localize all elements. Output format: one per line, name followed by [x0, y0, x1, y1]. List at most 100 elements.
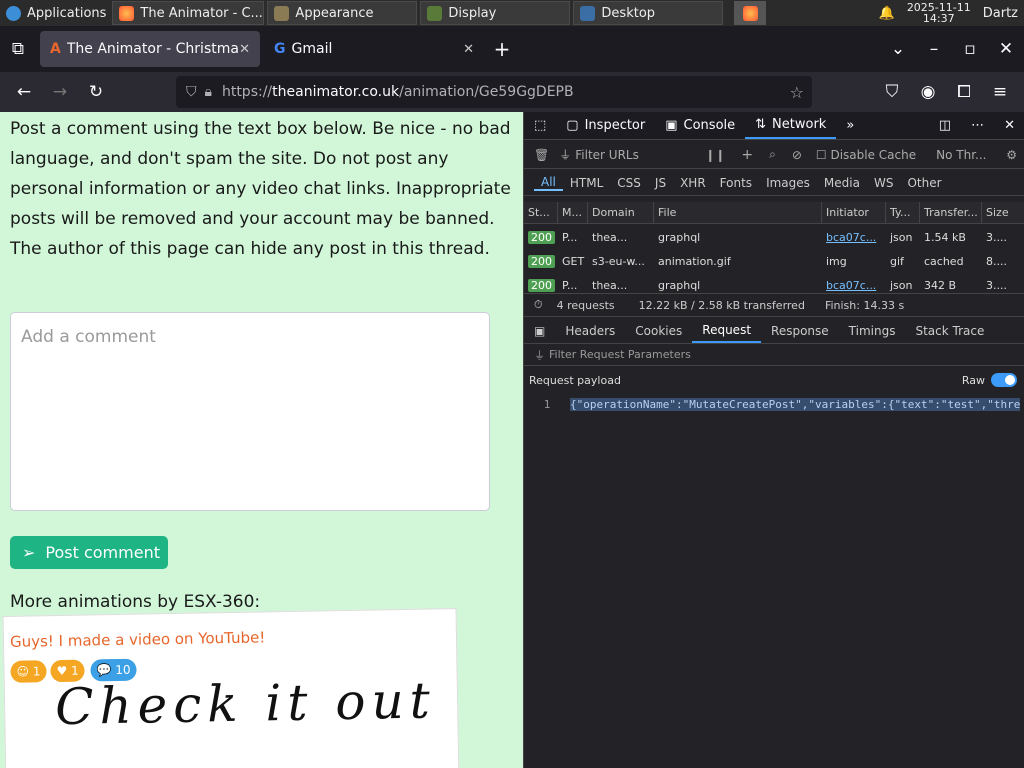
method-value: GET	[562, 254, 585, 268]
column-header[interactable]: Ty...	[886, 202, 920, 223]
cell-method: GET	[558, 249, 588, 273]
column-header[interactable]: St...	[524, 202, 558, 223]
throttle-select[interactable]: No Thr...	[936, 148, 986, 162]
picker-icon[interactable]: ⬚	[524, 112, 556, 139]
column-header[interactable]: Domain	[588, 202, 654, 223]
task-label: The Animator - C...	[140, 5, 263, 21]
post-comment-button[interactable]: ➢ Post comment	[10, 536, 168, 569]
firefox-launcher[interactable]	[734, 1, 767, 25]
type-filter-ws[interactable]: WS	[867, 176, 900, 190]
comment-textarea[interactable]: Add a comment	[10, 312, 490, 511]
perf-icon[interactable]: ⏱	[534, 298, 543, 312]
type-filter-xhr[interactable]: XHR	[673, 176, 713, 190]
back-icon[interactable]: ←	[6, 82, 42, 102]
transfer-size: 12.22 kB / 2.58 kB transferred	[638, 298, 805, 312]
toggle-sidebar-icon[interactable]: ▣	[534, 324, 545, 338]
cell-domain: thea...	[588, 225, 654, 249]
desktop-icon	[580, 5, 596, 21]
task-appearance[interactable]: Appearance	[267, 1, 418, 25]
column-header[interactable]: File	[654, 202, 822, 223]
param-filter-input[interactable]: Filter Request Parameters	[549, 348, 691, 361]
user-name[interactable]: Dartz	[977, 1, 1024, 25]
filter-urls-input[interactable]: Filter URLs	[575, 148, 685, 162]
tab-network[interactable]: ⇅ Network	[745, 112, 837, 139]
type-filter-html[interactable]: HTML	[563, 176, 610, 190]
close-devtools-icon[interactable]: ✕	[994, 118, 1024, 133]
raw-toggle[interactable]	[991, 373, 1017, 387]
table-row[interactable]: 200 P... thea... graphql bca07c... json 1.54 k…	[524, 225, 1024, 249]
clock[interactable]: 2025-11-11 14:37	[901, 0, 977, 26]
type-filter-other[interactable]: Other	[900, 176, 948, 190]
detail-tab-stack-trace[interactable]: Stack Trace	[905, 318, 994, 343]
pocket-icon[interactable]: ⛉	[874, 82, 910, 102]
lock-icon[interactable]: 🔒︎	[205, 84, 212, 100]
block-icon[interactable]: ⊘	[792, 148, 802, 162]
settings-gear-icon[interactable]: ⚙	[1006, 148, 1017, 162]
size-value: 3....	[986, 278, 1007, 292]
type-filter-css[interactable]: CSS	[610, 176, 648, 190]
cell-type: json	[886, 225, 920, 249]
type-filter-fonts[interactable]: Fonts	[713, 176, 759, 190]
detail-tab-request[interactable]: Request	[692, 318, 762, 343]
shield-icon[interactable]: ⛉	[186, 84, 197, 100]
add-icon[interactable]: +	[741, 147, 753, 163]
options-icon[interactable]: ⋯	[961, 118, 994, 133]
animation-card[interactable]: Guys! I made a video on YouTube! ☺ 1 ♥ 1…	[2, 608, 460, 768]
detail-tab-timings[interactable]: Timings	[839, 318, 906, 343]
detail-tab-headers[interactable]: Headers	[555, 318, 625, 343]
url-bar[interactable]: ⛉ 🔒︎ https:// theanimator.co.uk /animati…	[176, 76, 812, 108]
tab-label: Console	[683, 118, 736, 133]
type-filter-js[interactable]: JS	[648, 176, 673, 190]
payload-text[interactable]: {"operationName":"MutateCreatePost","var…	[570, 397, 1021, 411]
column-header[interactable]: M...	[558, 202, 588, 223]
more-tools-icon[interactable]: »	[836, 112, 864, 139]
maximize-icon[interactable]: ▫	[952, 39, 988, 59]
tab-gmail[interactable]: G Gmail ✕	[264, 31, 484, 67]
new-tab-icon[interactable]: +	[484, 37, 520, 61]
payload-line[interactable]: 1 {"operationName":"MutateCreatePost","v…	[524, 394, 1024, 414]
close-window-icon[interactable]: ✕	[988, 39, 1024, 59]
filter-icon: ⏚	[559, 148, 572, 162]
notification-bell-icon[interactable]: 🔔	[873, 1, 901, 25]
type-filter-media[interactable]: Media	[817, 176, 867, 190]
tab-animator[interactable]: A The Animator - Christma ✕	[40, 31, 260, 67]
close-tab-icon[interactable]: ✕	[463, 42, 474, 57]
column-header[interactable]: Size	[982, 202, 1024, 223]
detail-tab-response[interactable]: Response	[761, 318, 839, 343]
transfer-value: cached	[924, 254, 964, 268]
type-filter-all[interactable]: All	[534, 175, 563, 191]
column-header[interactable]: Initiator	[822, 202, 886, 223]
bookmark-star-icon[interactable]: ☆	[790, 83, 804, 102]
column-header[interactable]: Transfer...	[920, 202, 982, 223]
minimize-icon[interactable]: –	[916, 39, 952, 59]
cell-initiator: bca07c...	[822, 225, 886, 249]
tab-console[interactable]: ▣ Console	[655, 112, 745, 139]
dock-icon[interactable]: ◫	[929, 118, 961, 133]
pause-icon[interactable]: ❙❙	[705, 148, 725, 162]
param-filter[interactable]: ⏚ Filter Request Parameters	[524, 344, 1024, 366]
account-icon[interactable]: ◉	[910, 82, 946, 102]
task-display[interactable]: Display	[420, 1, 571, 25]
task-animator[interactable]: The Animator - C...	[112, 1, 265, 25]
task-label: Desktop	[601, 5, 656, 21]
initiator-value: img	[826, 254, 847, 268]
table-row[interactable]: 200 GET s3-eu-w... animation.gif img gif cache…	[524, 249, 1024, 273]
checkbox-label: Disable Cache	[830, 147, 917, 162]
task-desktop[interactable]: Desktop	[573, 1, 724, 25]
tab-inspector[interactable]: ▢ Inspector	[556, 112, 655, 139]
raw-label: Raw	[961, 373, 985, 387]
detail-tab-cookies[interactable]: Cookies	[625, 318, 692, 343]
applications-menu[interactable]: Applications	[0, 1, 112, 25]
close-tab-icon[interactable]: ✕	[239, 42, 250, 57]
menu-icon[interactable]: ≡	[982, 82, 1018, 102]
type-filter-images[interactable]: Images	[759, 176, 817, 190]
trash-icon[interactable]: 🗑︎	[534, 148, 549, 162]
tab-overview-icon[interactable]: ⧉	[0, 39, 36, 59]
list-tabs-icon[interactable]: ⌄	[880, 39, 916, 59]
forward-icon[interactable]: →	[42, 82, 78, 102]
search-icon[interactable]: ⌕	[769, 147, 776, 162]
disable-cache-checkbox[interactable]: ☐ Disable Cache	[816, 148, 916, 162]
url-path: /animation/Ge59GgDEPB	[399, 84, 574, 100]
reload-icon[interactable]: ↻	[78, 82, 114, 102]
extensions-icon[interactable]: ⧠	[946, 82, 982, 102]
